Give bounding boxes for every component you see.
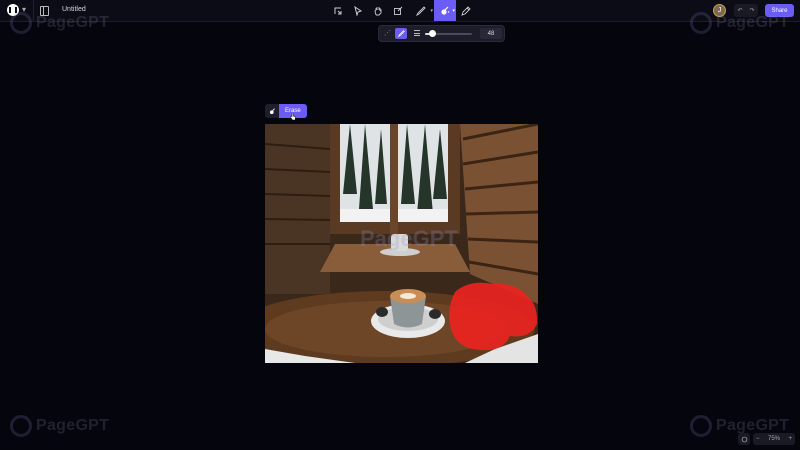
zoom-in-button[interactable]: +: [788, 436, 792, 442]
magic-brush-icon: [269, 107, 275, 114]
watermark-text: PageGPT: [36, 14, 110, 31]
draw-tool-button[interactable]: ▾: [408, 0, 434, 21]
edit-tool-button[interactable]: [388, 0, 408, 21]
watermark-logo-icon: [10, 12, 32, 34]
zoom-control: − 75% +: [753, 433, 795, 445]
chevron-down-icon[interactable]: ▾: [430, 8, 433, 14]
brush-mode-button[interactable]: [395, 28, 407, 39]
slider-handle[interactable]: [429, 30, 437, 37]
eyedropper-tool-button[interactable]: [456, 0, 476, 21]
hand-icon: [374, 6, 382, 15]
share-nodes-icon[interactable]: ⋰: [384, 29, 393, 38]
eyedropper-icon: [461, 5, 471, 16]
watermark-logo-icon: [690, 415, 712, 437]
select-tool-button[interactable]: [348, 0, 368, 21]
frame-tool-button[interactable]: [328, 0, 348, 21]
watermark-logo-icon: [10, 415, 32, 437]
fit-view-button[interactable]: [738, 433, 750, 445]
photo-cabin-coffee: PageGPT: [265, 124, 538, 363]
magic-brush-button[interactable]: [265, 104, 279, 118]
watermark: PageGPT: [10, 415, 109, 437]
top-bar: ▾ Untitled ▾ ▾ J ↶ ↷ Share: [0, 0, 800, 22]
chevron-down-icon[interactable]: ▾: [452, 8, 455, 14]
watermark-logo-icon: [690, 12, 712, 34]
image-context-toolbar: Erase: [265, 104, 307, 118]
magic-brush-icon: [441, 6, 450, 15]
cursor-icon: [354, 5, 363, 16]
watermark-text: PageGPT: [36, 417, 110, 434]
pen-icon: [416, 5, 426, 16]
brush-size-slider[interactable]: [425, 30, 472, 37]
watermark: PageGPT: [690, 12, 789, 34]
hand-tool-button[interactable]: [368, 0, 388, 21]
brush-size-value[interactable]: 48: [480, 28, 502, 39]
watermark-center: PageGPT: [360, 226, 458, 251]
mouse-pointer-icon: [290, 113, 296, 120]
magic-brush-tool-button[interactable]: ▾: [434, 0, 456, 21]
fit-screen-icon: [741, 436, 747, 442]
edit-icon: [394, 6, 403, 15]
watermark-text: PageGPT: [716, 14, 790, 31]
tool-group: ▾ ▾: [328, 0, 476, 21]
zoom-level[interactable]: 75%: [768, 436, 780, 442]
zoom-out-button[interactable]: −: [756, 436, 760, 442]
brush-options-bar: ⋰ 48: [378, 25, 505, 42]
watermark: PageGPT: [10, 12, 109, 34]
canvas-image[interactable]: PageGPT: [265, 124, 538, 363]
brush-size-icon: [414, 30, 420, 36]
frame-icon: [334, 7, 342, 14]
pen-icon: [397, 30, 405, 37]
